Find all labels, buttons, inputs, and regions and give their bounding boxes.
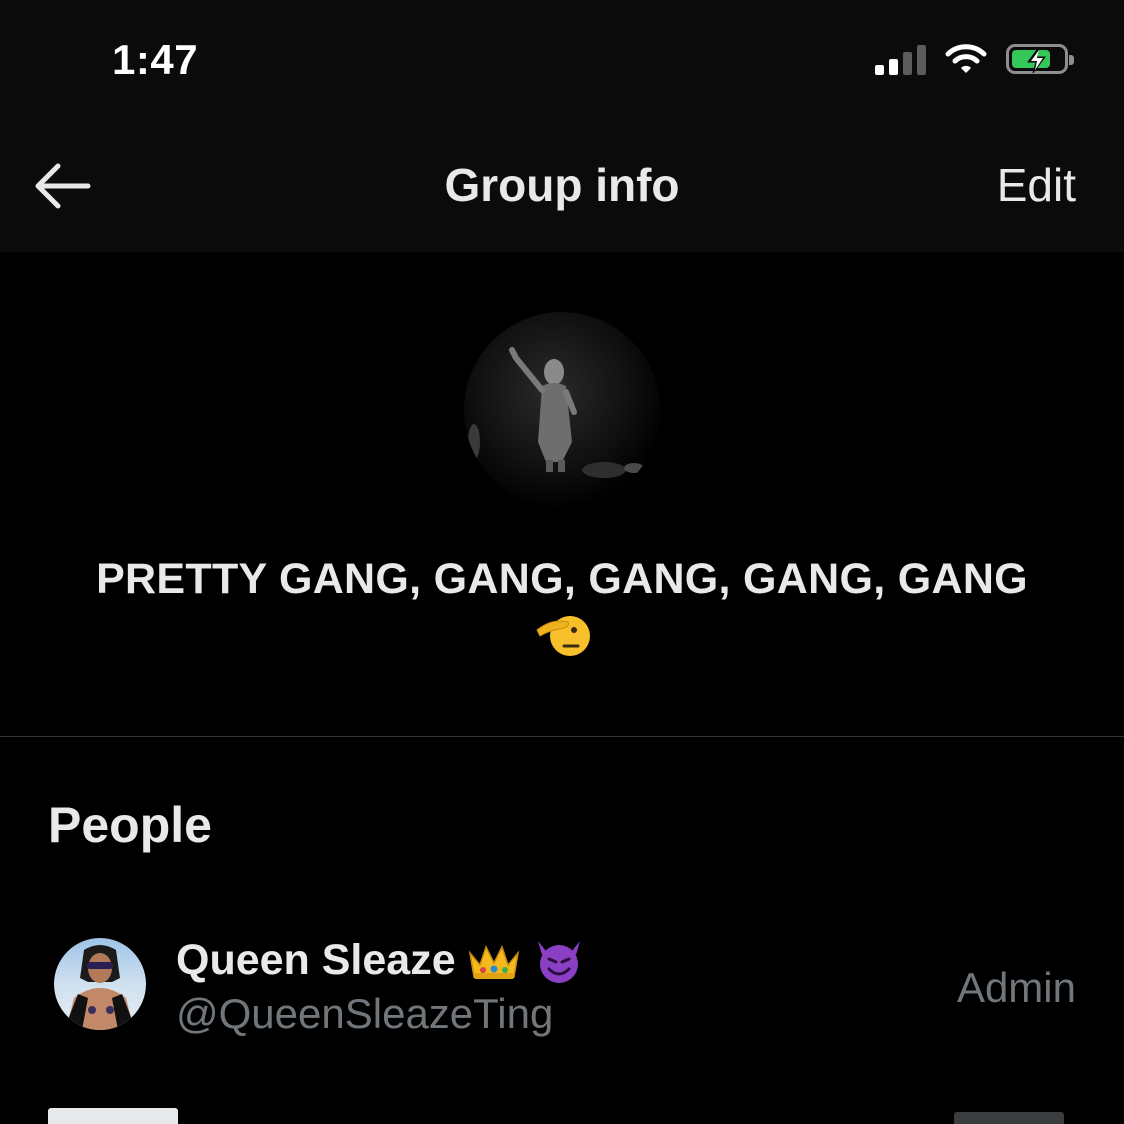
member-name-text: Queen Sleaze [176,936,456,984]
group-name-text: PRETTY GANG, GANG, GANG, GANG, GANG [96,555,1028,603]
member-role-badge: Admin [956,964,1076,1011]
group-info-screen: 1:47 Group info Edit PRETTY GANG, GANG, … [0,0,1124,1124]
status-time: 1:47 [112,36,199,83]
page-title: Group info [444,159,680,211]
member-row[interactable]: Queen Sleaze @QueenSleazeTing Admin [0,920,1124,1050]
edit-button[interactable]: Edit [997,158,1076,212]
crown-icon [468,944,519,979]
nav-header: Group info Edit [0,120,1124,252]
group-name: PRETTY GANG, GANG, GANG, GANG, GANG [40,552,1084,673]
charging-bolt-icon [1027,46,1046,74]
group-avatar[interactable] [464,312,660,508]
cellular-signal-icon [875,43,926,75]
battery-icon [1006,44,1074,74]
member-name: Queen Sleaze [176,936,586,985]
member-avatar [54,938,146,1030]
section-divider [0,736,1124,737]
next-member-row-partial[interactable] [48,1108,208,1124]
group-photo-image [468,347,644,478]
status-icons [875,42,1074,76]
saluting-face-emoji [534,610,590,673]
people-section-title: People [48,797,212,853]
status-bar: 1:47 [0,0,1124,120]
member-handle: @QueenSleazeTing [176,990,554,1037]
smiling-devil-icon [537,940,580,983]
wifi-icon [945,44,987,73]
next-member-meta-partial [954,1112,1064,1124]
